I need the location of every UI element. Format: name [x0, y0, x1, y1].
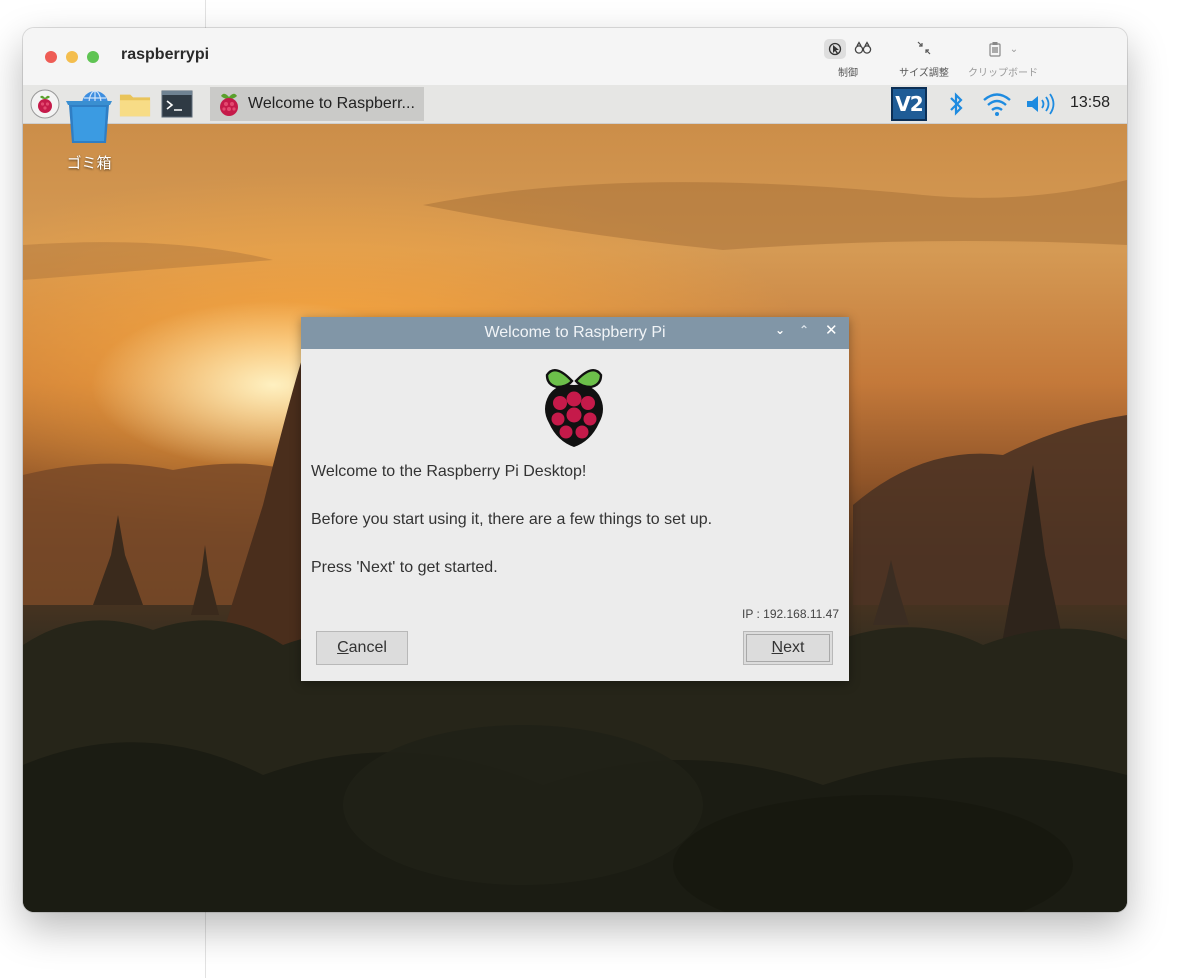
resize-tool[interactable]: サイズ調整: [893, 38, 955, 82]
resize-arrows-icon: [916, 40, 932, 59]
cancel-mnemonic: C: [337, 639, 349, 656]
terminal-launcher[interactable]: [161, 88, 193, 120]
wifi-tray-icon[interactable]: [981, 90, 1013, 118]
clipboard-tool[interactable]: ⌄ クリップボード: [963, 38, 1043, 82]
control-label: 制御: [838, 68, 858, 79]
setup-intro-text: Before you start using it, there are a f…: [311, 511, 713, 528]
trash-can-icon: [66, 101, 112, 143]
binoculars-icon: [854, 40, 872, 58]
next-label: ext: [783, 639, 805, 656]
zoom-window-button[interactable]: [87, 51, 99, 63]
raspberry-pi-logo-icon: [545, 369, 603, 447]
clipboard-icon: [988, 41, 1002, 57]
chevron-down-icon: ⌄: [1009, 43, 1019, 55]
vnc-server-tray-icon[interactable]: V2: [891, 87, 927, 121]
cancel-button[interactable]: Cancel: [316, 631, 408, 665]
next-instruction-text: Press 'Next' to get started.: [311, 559, 498, 576]
window-titlebar: raspberrypi 制御 サイズ調整 ⌄ クリップボード: [23, 28, 1127, 85]
raspberry-app-icon: [220, 93, 238, 116]
lxde-taskbar: Welcome to Raspberr... V2 13:58: [23, 85, 1127, 124]
window-title: raspberrypi: [121, 46, 210, 63]
ip-address-label: IP : 192.168.11.47: [742, 607, 839, 621]
minimize-window-button[interactable]: [66, 51, 78, 63]
welcome-dialog: Welcome to Raspberry Pi ⌄ ⌃ ✕ Welcome to…: [301, 317, 849, 681]
dialog-titlebar: Welcome to Raspberry Pi ⌄ ⌃ ✕: [301, 317, 849, 349]
vnc-label: V2: [895, 92, 923, 116]
resize-label: サイズ調整: [899, 68, 949, 79]
desktop-trash-icon[interactable]: ゴミ箱: [53, 99, 125, 173]
next-mnemonic: N: [771, 639, 784, 656]
dialog-title: Welcome to Raspberry Pi: [484, 324, 666, 341]
clipboard-label: クリップボード: [968, 68, 1038, 79]
taskbar-welcome-label: Welcome to Raspberr...: [248, 95, 415, 112]
dialog-minimize-icon[interactable]: ⌄: [775, 323, 785, 337]
bluetooth-tray-icon[interactable]: [945, 90, 967, 118]
taskbar-welcome-task[interactable]: Welcome to Raspberr...: [210, 87, 424, 121]
dialog-maximize-icon[interactable]: ⌃: [799, 323, 809, 337]
remote-desktop[interactable]: Welcome to Raspberr... V2 13:58 ゴミ箱 Welc…: [23, 85, 1127, 912]
taskbar-clock[interactable]: 13:58: [1070, 94, 1110, 112]
cancel-label: ancel: [348, 639, 387, 656]
trash-label: ゴミ箱: [66, 154, 112, 172]
control-tool[interactable]: 制御: [817, 38, 879, 82]
next-button[interactable]: Next: [743, 631, 833, 665]
vnc-viewer-window: raspberrypi 制御 サイズ調整 ⌄ クリップボード Welcome t…: [23, 28, 1127, 912]
pointer-control-icon: [824, 39, 846, 59]
volume-tray-icon[interactable]: [1023, 90, 1057, 118]
welcome-heading: Welcome to the Raspberry Pi Desktop!: [311, 463, 587, 480]
close-window-button[interactable]: [45, 51, 57, 63]
dialog-close-icon[interactable]: ✕: [825, 321, 838, 339]
terminal-icon: [161, 90, 193, 118]
